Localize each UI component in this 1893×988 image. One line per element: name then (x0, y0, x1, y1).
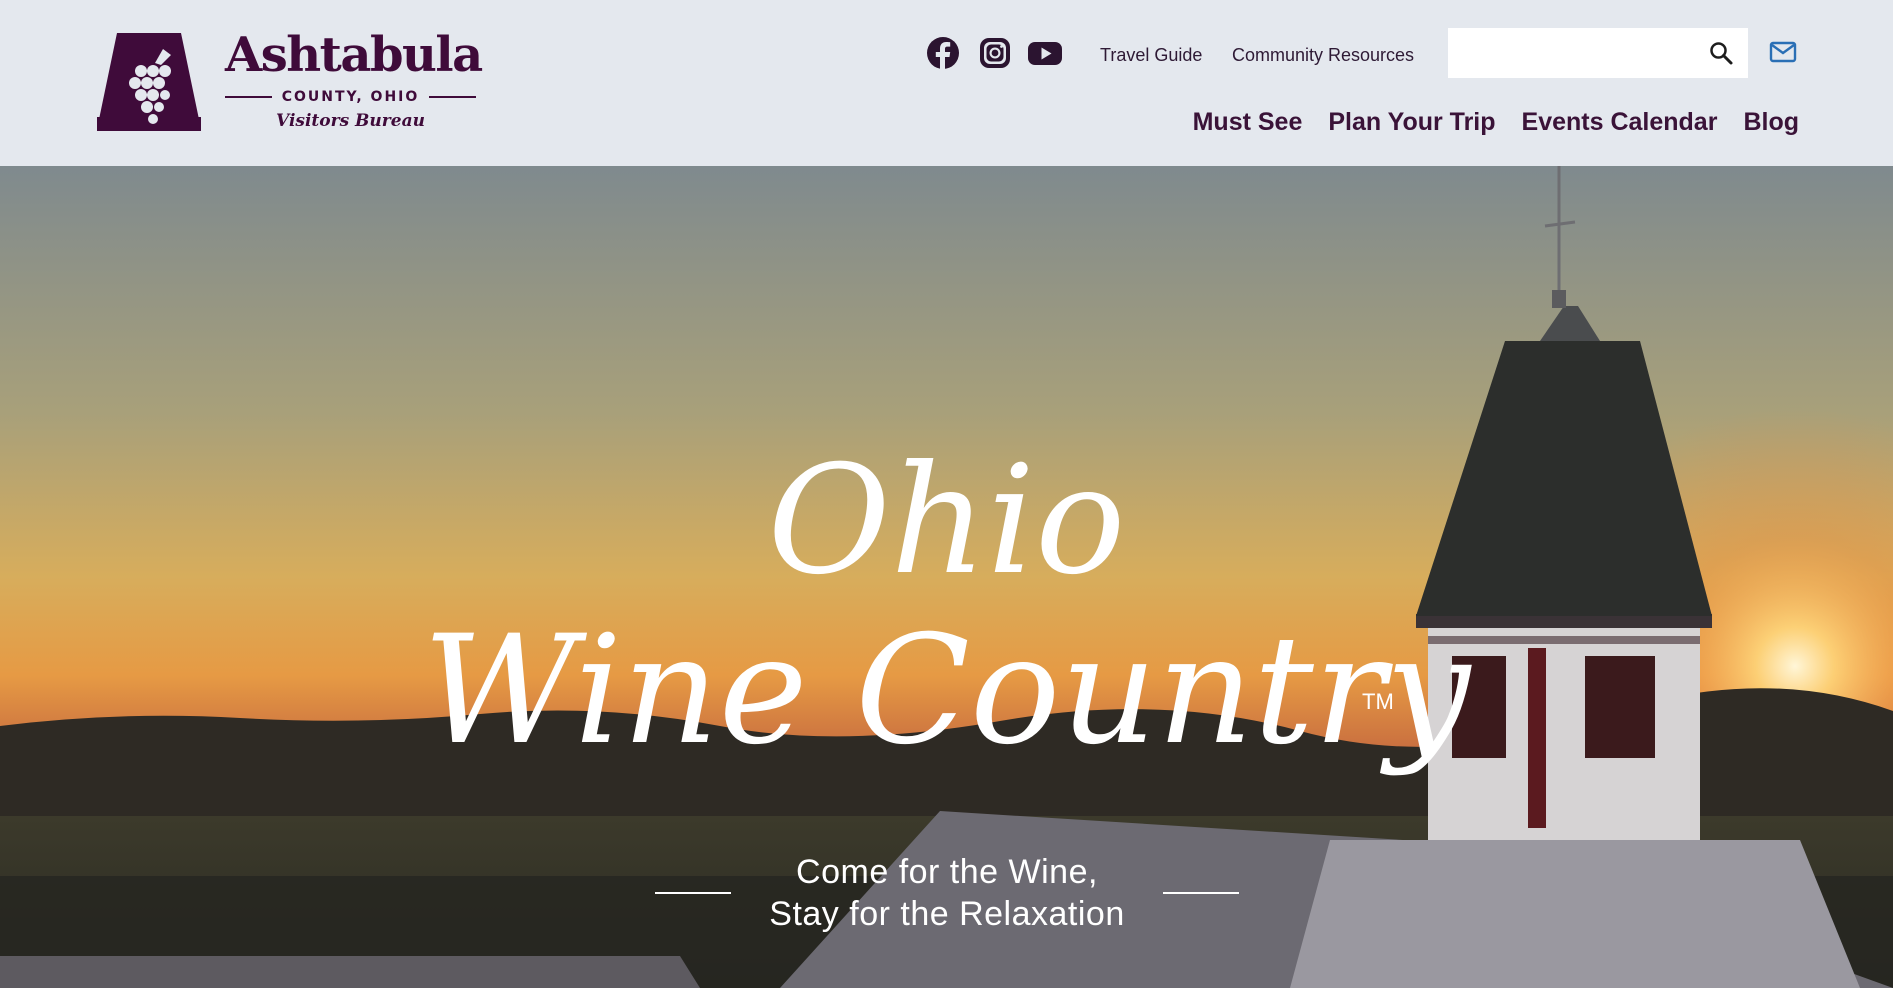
hero-tagline: Come for the Wine, Stay for the Relaxati… (655, 851, 1239, 935)
logo-name: Ashtabula (225, 27, 483, 83)
logo-subtitle-text: COUNTY, OHIO (281, 89, 420, 105)
newsletter-link[interactable] (1769, 40, 1797, 64)
hero-title-line-1: Ohio (767, 434, 1126, 608)
nav-must-see[interactable]: Must See (1193, 108, 1303, 137)
main-nav: Must See Plan Your Trip Events Calendar … (1193, 108, 1799, 137)
community-resources-link[interactable]: Community Resources (1232, 45, 1414, 66)
facebook-icon (927, 37, 959, 70)
site-logo[interactable]: Ashtabula COUNTY, OHIO Visitors Bureau (97, 27, 483, 133)
hero-title-line-2: Wine Country (422, 604, 1471, 778)
tagline-line-1: Come for the Wine, (796, 853, 1098, 891)
nav-blog[interactable]: Blog (1743, 108, 1799, 137)
mail-icon (1769, 41, 1797, 63)
youtube-link[interactable] (1028, 36, 1062, 70)
tagline-rule-left (655, 892, 731, 894)
nav-plan-your-trip[interactable]: Plan Your Trip (1328, 108, 1495, 137)
logo-tagline: Visitors Bureau (276, 111, 425, 131)
nav-events-calendar[interactable]: Events Calendar (1522, 108, 1718, 137)
site-header: Ashtabula COUNTY, OHIO Visitors Bureau T… (0, 0, 1893, 166)
tagline-line-2: Stay for the Relaxation (769, 895, 1125, 933)
logo-subtitle: COUNTY, OHIO (225, 89, 476, 105)
youtube-icon (1028, 42, 1062, 65)
hero-banner: Ohio Wine Country TM Come for the Wine, … (0, 166, 1893, 988)
facebook-link[interactable] (926, 36, 960, 70)
travel-guide-link[interactable]: Travel Guide (1100, 45, 1202, 66)
instagram-link[interactable] (978, 36, 1012, 70)
search-icon (1710, 42, 1733, 65)
instagram-icon (980, 38, 1010, 68)
tagline-rule-right (1163, 892, 1239, 894)
search-input[interactable] (1448, 28, 1688, 78)
search-button[interactable] (1708, 40, 1734, 66)
logo-a-grapes-icon (97, 33, 201, 131)
trademark-symbol: TM (1362, 689, 1394, 714)
search-box (1448, 28, 1748, 78)
